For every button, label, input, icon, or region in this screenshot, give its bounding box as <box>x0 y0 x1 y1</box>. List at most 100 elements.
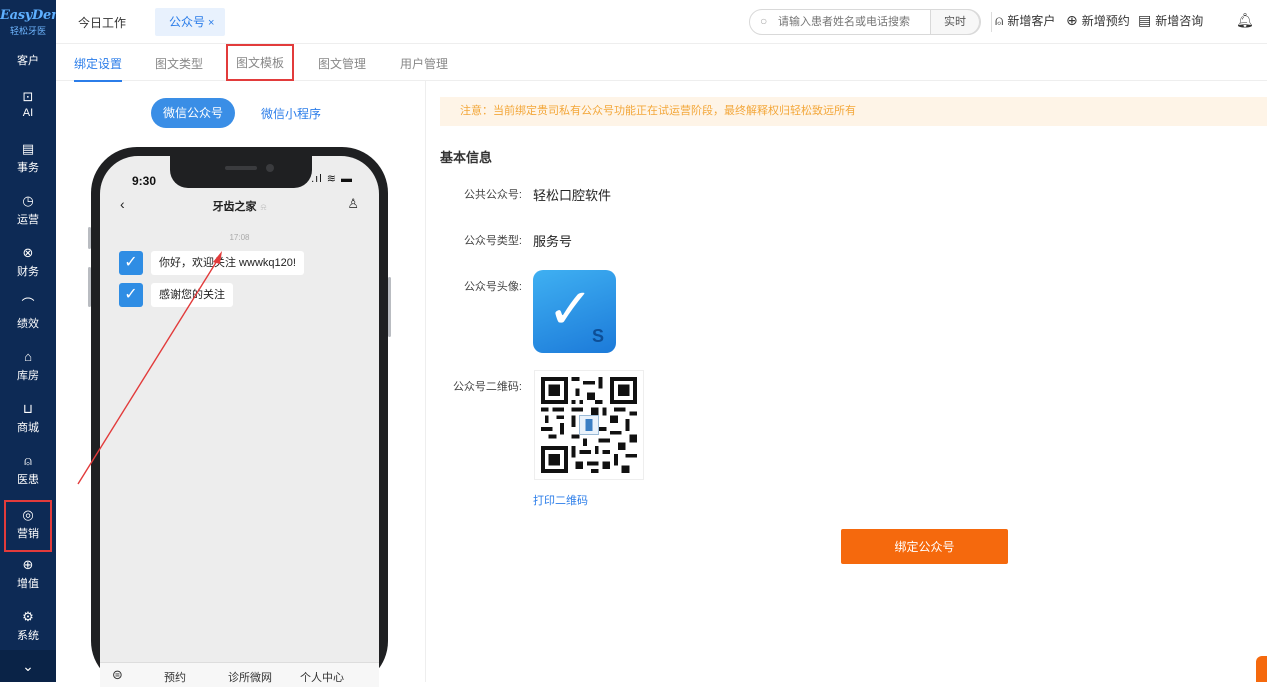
logo-text: EasyDent <box>0 8 56 23</box>
sidebar-item-clipboard[interactable]: ▤ 事务 <box>0 136 56 188</box>
sidebar-item-label: 绩效 <box>17 318 39 330</box>
tab-user-manage[interactable]: 用户管理 <box>400 55 448 72</box>
sidebar-item-cart[interactable]: ⊔ 商城 <box>0 396 56 448</box>
divider <box>991 12 992 32</box>
new-appointment-button[interactable]: ⊕ 新增预约 <box>1066 12 1130 29</box>
qr-code <box>534 370 644 480</box>
wechat-mini-button[interactable]: 微信小程序 <box>261 105 321 122</box>
section-title: 基本信息 <box>440 150 493 165</box>
checkmark-icon: ✓ <box>547 277 594 340</box>
sidebar-item-users[interactable]: ⍝ 医患 <box>0 448 56 500</box>
message-bubble: 感谢您的关注 <box>151 283 233 307</box>
phone-tab-clinic-site: 诊所微网 <box>228 672 272 684</box>
chat-timestamp: 17:08 <box>229 233 250 242</box>
account-avatar: ✓ S <box>533 270 616 353</box>
tab-article-manage[interactable]: 图文管理 <box>318 55 366 72</box>
gift-icon: ⊕ <box>22 557 34 572</box>
sidebar: EasyDent 轻松牙医 客户 ⊡ AI ▤ 事务 ◷ 运营 ⊗ 财务 ⌒ 绩效 ⌂ 库房 ⊔ 商城 ⍝ 医… <box>0 0 56 682</box>
chevron-down-icon: ⌄ <box>22 658 34 674</box>
sidebar-nav: ⊡ AI ▤ 事务 ◷ 运营 ⊗ 财务 ⌒ 绩效 ⌂ 库房 ⊔ 商城 ⍝ 医患 ◎ 营销 ⊕ 增值 ⚙ 系统 <box>0 84 56 656</box>
sub-tabs: 绑定设置 图文类型 图文模板 图文管理 用户管理 <box>56 44 1267 82</box>
phone-tabbar: ⊜ 预约 诊所微网 个人中心 <box>100 662 379 687</box>
marketing-icon: ◎ <box>22 507 34 522</box>
qr-code-icon <box>541 377 637 473</box>
preview-panel: 微信公众号 微信小程序 9:30 .ıl ≋ ▬ ‹ 牙齿之家 ⍾ ♙ 17:08… <box>56 81 426 687</box>
sidebar-item-label: 库房 <box>17 370 39 382</box>
sidebar-item-warehouse[interactable]: ⌂ 库房 <box>0 344 56 396</box>
avatar-label: 公众号头像: <box>463 281 522 293</box>
users-icon: ⍝ <box>24 453 32 468</box>
realtime-button[interactable]: 实时 <box>930 9 980 35</box>
person-icon: ♙ <box>347 196 359 211</box>
message-icon: ▤ <box>1138 12 1152 28</box>
close-icon[interactable]: × <box>208 17 214 29</box>
account-value: 轻松口腔软件 <box>533 188 612 203</box>
phone-side-button <box>88 227 91 249</box>
checkmark-avatar-icon: ✓ <box>119 251 143 275</box>
sidebar-item-label: 系统 <box>17 630 39 642</box>
signal-wifi-battery-icon: .ıl ≋ ▬ <box>311 173 353 185</box>
clipboard-icon: ▤ <box>21 141 35 156</box>
sidebar-item-ai[interactable]: ⊡ AI <box>0 84 56 136</box>
sidebar-item-chart[interactable]: ⌒ 绩效 <box>0 292 56 344</box>
finance-icon: ⊗ <box>22 245 34 260</box>
ai-icon: ⊡ <box>22 89 34 104</box>
add-clock-icon: ⊕ <box>1066 12 1078 28</box>
warehouse-icon: ⌂ <box>24 349 32 364</box>
new-customer-label: 新增客户 <box>1007 14 1056 28</box>
bind-account-button[interactable]: 绑定公众号 <box>841 529 1008 564</box>
tab-today-work[interactable]: 今日工作 <box>78 14 126 31</box>
tab-article-type[interactable]: 图文类型 <box>155 55 203 72</box>
sidebar-item-label: 医患 <box>17 474 39 486</box>
phone-notch <box>170 156 312 188</box>
sidebar-item-label: 运营 <box>17 214 39 226</box>
new-consult-button[interactable]: ▤ 新增咨询 <box>1138 12 1203 29</box>
clock-icon: ◷ <box>22 193 34 208</box>
chat-header: ‹ 牙齿之家 ⍾ ♙ <box>100 196 379 222</box>
sidebar-item-gift[interactable]: ⊕ 增值 <box>0 552 56 604</box>
message-bubble: 你好，欢迎关注 wwwkq120! <box>151 251 304 275</box>
sidebar-item-customer[interactable]: 客户 <box>0 52 56 68</box>
mute-icon: ⍾ <box>260 202 267 212</box>
floating-widget[interactable] <box>1256 656 1267 682</box>
sidebar-item-label: 客户 <box>17 55 39 67</box>
new-customer-button[interactable]: ⍝ 新增客户 <box>995 12 1055 29</box>
tab-bind-settings[interactable]: 绑定设置 <box>74 55 123 82</box>
chart-icon: ⌒ <box>21 297 35 312</box>
bell-icon[interactable]: 🔔︎ <box>1236 12 1254 29</box>
phone-time: 9:30 <box>132 174 157 188</box>
phone-side-button <box>88 267 91 307</box>
sidebar-item-label: 商城 <box>17 422 39 434</box>
qr-label: 公众号二维码: <box>452 381 522 393</box>
sidebar-item-marketing[interactable]: ◎ 营销 <box>4 500 52 552</box>
sidebar-item-label: 事务 <box>17 162 39 174</box>
phone-side-button <box>388 277 391 337</box>
tab-label: 公众号 <box>169 15 206 29</box>
type-label: 公众号类型: <box>463 235 522 247</box>
phone-screen: 9:30 .ıl ≋ ▬ ‹ 牙齿之家 ⍾ ♙ 17:08 ✓ 你好，欢迎关注 w… <box>100 156 379 687</box>
sidebar-item-clock[interactable]: ◷ 运营 <box>0 188 56 240</box>
sidebar-item-label: 增值 <box>17 578 39 590</box>
cart-icon: ⊔ <box>22 401 34 416</box>
wechat-official-button[interactable]: 微信公众号 <box>151 98 235 128</box>
top-bar: 今日工作 公众号× ○ 实时 ⍝新增客户 ⊕新增预约 ▤新增咨询 🔔︎ <box>56 0 1267 44</box>
sidebar-item-settings[interactable]: ⚙ 系统 <box>0 604 56 656</box>
search-input[interactable] <box>776 13 926 31</box>
logo-s-icon: S <box>591 326 604 346</box>
tab-official-account[interactable]: 公众号 × <box>155 8 225 36</box>
tab-article-template[interactable]: 图文模板 <box>226 44 295 81</box>
print-qr-link[interactable]: 打印二维码 <box>533 492 588 508</box>
add-user-icon: ⍝ <box>995 12 1004 28</box>
sidebar-item-label: 营销 <box>17 528 39 540</box>
settings-icon: ⚙ <box>22 609 34 624</box>
sidebar-item-finance[interactable]: ⊗ 财务 <box>0 240 56 292</box>
type-value: 服务号 <box>533 234 573 249</box>
notice-banner: 注意：当前绑定贵司私有公众号功能正在试运营阶段，最终解释权归轻松致远所有 <box>440 97 1267 126</box>
patient-search: ○ 实时 <box>749 9 981 35</box>
search-icon: ○ <box>760 14 768 28</box>
app-logo: EasyDent 轻松牙医 <box>0 0 56 44</box>
new-appointment-label: 新增预约 <box>1081 14 1130 28</box>
phone-tab-appointment: 预约 <box>164 672 186 684</box>
sidebar-collapse-button[interactable]: ⌄ <box>0 650 56 682</box>
keyboard-icon: ⊜ <box>112 667 123 682</box>
